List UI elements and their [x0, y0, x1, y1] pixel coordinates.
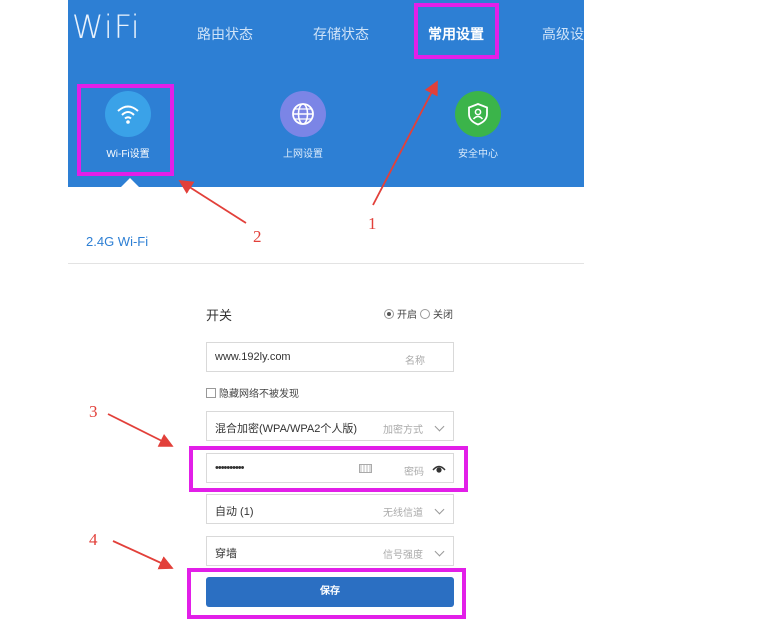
nav-storage-status[interactable]: 存储状态 — [313, 24, 369, 44]
chevron-down-icon — [434, 421, 445, 432]
chevron-down-icon — [434, 546, 445, 557]
strength-placeholder: 信号强度 — [383, 550, 423, 561]
strength-value: 穿墙 — [215, 548, 237, 560]
encryption-select[interactable]: 混合加密(WPA/WPA2个人版) 加密方式 — [206, 411, 454, 441]
divider — [68, 263, 584, 264]
active-tile-caret — [121, 178, 139, 187]
radio-off-label: 关闭 — [433, 310, 453, 321]
highlight-box-save — [187, 568, 466, 619]
switch-label: 开关 — [206, 308, 233, 323]
radio-on[interactable] — [384, 308, 394, 319]
ssid-input[interactable]: www.192ly.com 名称 — [206, 342, 454, 372]
annotation-number-3: 3 — [89, 402, 98, 421]
tile-label: 安全中心 — [458, 149, 498, 160]
tile-label: 上网设置 — [283, 149, 323, 160]
annotation-number-1: 1 — [368, 214, 377, 233]
channel-select[interactable]: 自动 (1) 无线信道 — [206, 494, 454, 524]
encryption-value: 混合加密(WPA/WPA2个人版) — [215, 423, 357, 435]
radio-on-label: 开启 — [397, 310, 417, 321]
hide-network-option[interactable]: 隐藏网络不被发现 — [206, 385, 299, 400]
section-title: 2.4G Wi-Fi — [86, 234, 149, 249]
channel-placeholder: 无线信道 — [383, 508, 423, 519]
shield-icon — [455, 91, 501, 137]
encryption-placeholder: 加密方式 — [383, 425, 423, 436]
nav-advanced-settings[interactable]: 高级设 — [542, 24, 584, 44]
ssid-value: www.192ly.com — [215, 351, 291, 363]
globe-icon — [280, 91, 326, 137]
highlight-box-wifi-settings — [77, 84, 174, 176]
iwifi-logo: iWiFi — [68, 8, 141, 46]
nav-router-status[interactable]: 路由状态 — [197, 24, 253, 44]
highlight-box-common-settings — [414, 3, 499, 59]
radio-off[interactable] — [420, 308, 430, 319]
signal-strength-select[interactable]: 穿墙 信号强度 — [206, 536, 454, 566]
annotation-number-2: 2 — [253, 227, 262, 246]
chevron-down-icon — [434, 504, 445, 515]
highlight-box-password — [189, 446, 468, 492]
tile-security-center[interactable]: 安全中心 — [423, 91, 533, 160]
top-navigation-bar: iWiFi 路由状态 存储状态 常用设置 高级设 — [68, 0, 584, 65]
wifi-switch-radio-group: 开启 关闭 — [384, 306, 453, 321]
tile-internet-settings[interactable]: 上网设置 — [248, 91, 358, 160]
channel-value: 自动 (1) — [215, 506, 254, 518]
hide-network-label: 隐藏网络不被发现 — [219, 389, 299, 400]
ssid-placeholder: 名称 — [405, 356, 425, 367]
annotation-number-4: 4 — [89, 530, 98, 549]
hide-network-checkbox[interactable] — [206, 387, 216, 398]
